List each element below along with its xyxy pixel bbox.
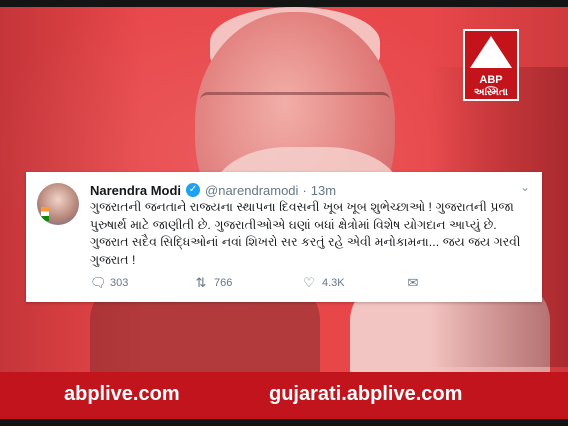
- author-name[interactable]: Narendra Modi: [90, 183, 181, 198]
- direct-message-button[interactable]: ✉: [406, 275, 446, 291]
- tweet-timestamp[interactable]: 13m: [311, 183, 336, 198]
- reply-count: 303: [110, 277, 129, 289]
- footer-url-right: gujarati.abplive.com: [269, 383, 463, 405]
- header-separator: ·: [302, 182, 307, 198]
- logo-triangle-icon: [470, 36, 512, 68]
- tweet-actions: 🗨 303 ⇅ 766 ♡ 4.3K ✉: [90, 275, 530, 291]
- like-button[interactable]: ♡ 4.3K: [302, 275, 406, 291]
- avatar[interactable]: [37, 183, 79, 225]
- tweet-header: Narendra Modi ✓ @narendramodi · 13m: [90, 181, 336, 199]
- abp-asmita-logo: ABP અસ્મિતા: [463, 29, 519, 101]
- flag-icon: [41, 207, 49, 221]
- footer-url-left: abplive.com: [64, 383, 180, 405]
- verified-badge-icon: ✓: [186, 183, 201, 197]
- heart-icon: ♡: [303, 275, 315, 290]
- mail-icon: ✉: [407, 275, 419, 290]
- bottom-letterbox: [0, 419, 568, 426]
- top-letterbox: [0, 0, 568, 7]
- retweet-count: 766: [214, 277, 233, 289]
- like-count: 4.3K: [322, 277, 345, 289]
- footer-banner: abplive.com gujarati.abplive.com: [0, 372, 568, 419]
- reply-button[interactable]: 🗨 303: [90, 275, 194, 291]
- tweet-text: ગુજરાતની જનતાને રાજ્યના સ્થાપના દિવસની ખ…: [90, 200, 521, 267]
- chevron-down-icon[interactable]: ⌄: [520, 180, 530, 194]
- reply-icon: 🗨: [90, 275, 107, 290]
- logo-channel-name: અસ્મિતા: [474, 87, 508, 98]
- author-handle[interactable]: @narendramodi: [205, 183, 298, 198]
- retweet-button[interactable]: ⇅ 766: [194, 275, 302, 291]
- logo-brand: ABP: [479, 74, 503, 86]
- retweet-icon: ⇅: [195, 275, 207, 290]
- tweet-card: Narendra Modi ✓ @narendramodi · 13m ⌄ ગુ…: [26, 172, 542, 302]
